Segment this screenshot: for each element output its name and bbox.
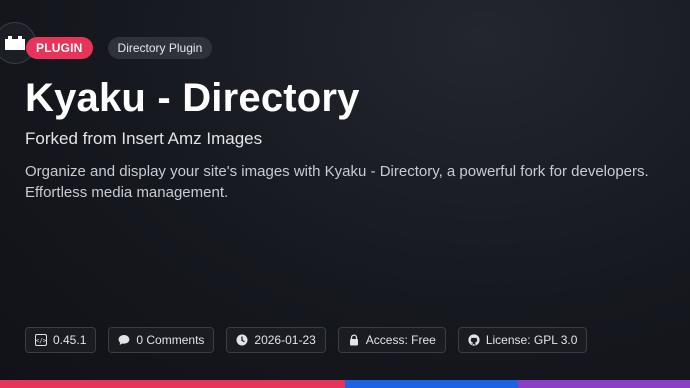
version-text: 0.45.1 — [53, 333, 87, 347]
bar-segment — [517, 380, 690, 388]
bar-segment — [345, 380, 518, 388]
bar-segment — [0, 380, 173, 388]
clock-icon — [236, 334, 248, 346]
badge-row: PLUGIN Directory Plugin — [26, 37, 213, 59]
category-badge[interactable]: Directory Plugin — [107, 37, 213, 59]
lock-icon — [349, 334, 358, 346]
meta-row: </> 0.45.1 0 Comments 2026-01-23 Access:… — [25, 327, 588, 353]
bottom-color-bar — [0, 380, 690, 388]
plugin-badge: PLUGIN — [26, 37, 93, 59]
license-chip[interactable]: License: GPL 3.0 — [457, 327, 588, 353]
github-icon — [468, 334, 480, 346]
date-text: 2026-01-23 — [254, 333, 316, 347]
bar-segment — [172, 380, 345, 388]
date-chip: 2026-01-23 — [226, 327, 326, 353]
page-subtitle: Forked from Insert Amz Images — [25, 129, 263, 148]
comment-bubble-icon — [118, 335, 130, 345]
svg-text:</>: </> — [36, 338, 47, 345]
page-description: Organize and display your site's images … — [25, 163, 649, 201]
code-icon: </> — [35, 334, 47, 346]
version-chip: </> 0.45.1 — [25, 327, 97, 353]
comments-text: 0 Comments — [136, 333, 205, 347]
license-text: License: GPL 3.0 — [485, 333, 578, 347]
comments-chip[interactable]: 0 Comments — [108, 327, 215, 353]
access-text: Access: Free — [365, 333, 436, 347]
access-chip: Access: Free — [337, 327, 446, 353]
page-title: Kyaku - Directory — [25, 76, 360, 120]
